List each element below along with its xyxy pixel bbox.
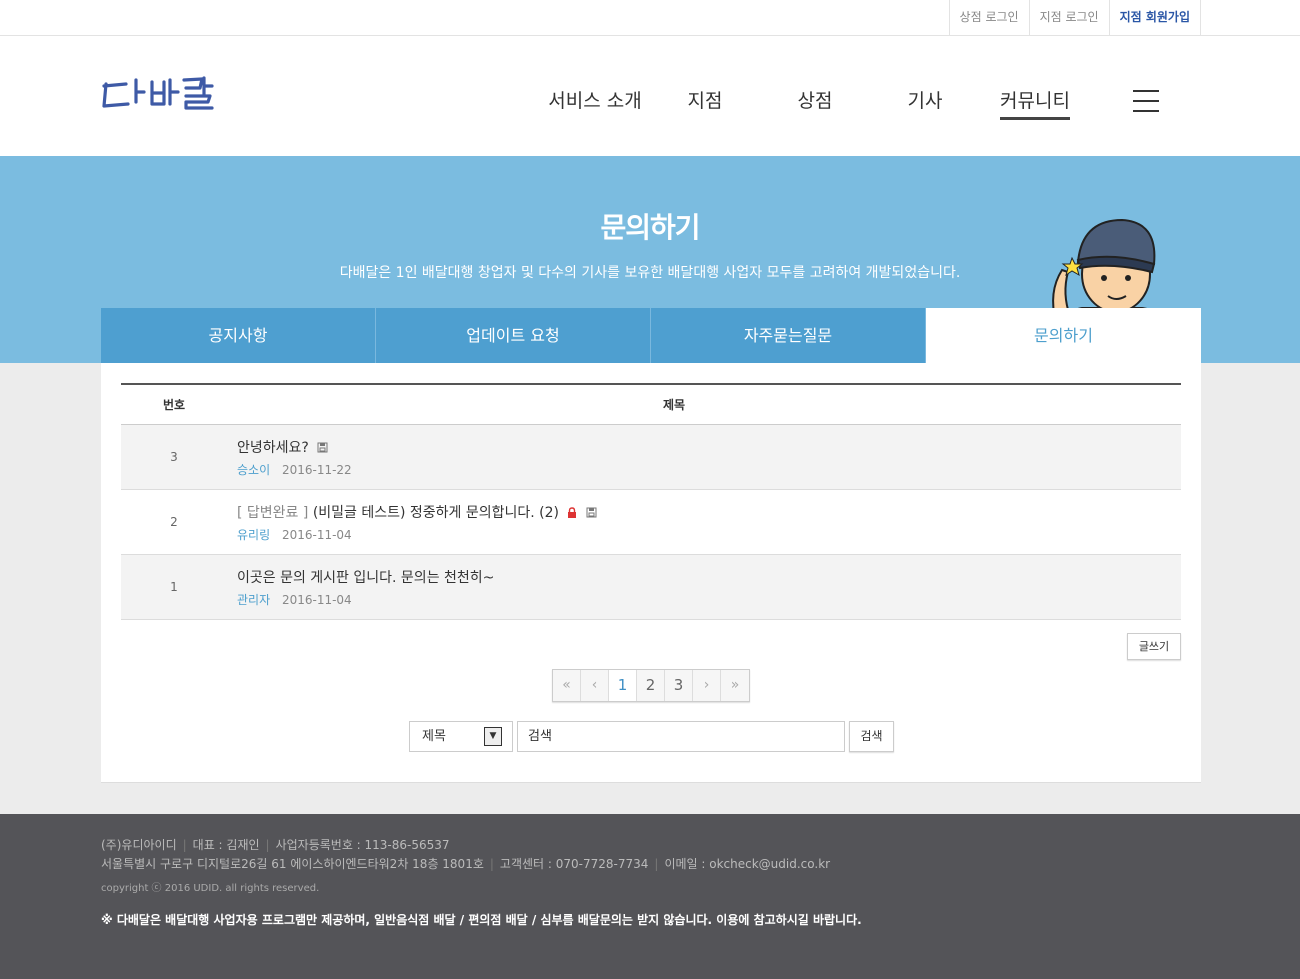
branch-login-link[interactable]: 지점 로그인 bbox=[1030, 0, 1110, 35]
store-login-link[interactable]: 상점 로그인 bbox=[950, 0, 1030, 35]
chevron-down-icon: ▼ bbox=[484, 727, 502, 746]
utility-bar: 상점 로그인 지점 로그인 지점 회원가입 bbox=[0, 0, 1300, 36]
search-field-value: 제목 bbox=[422, 729, 446, 744]
row-num: 1 bbox=[170, 580, 178, 594]
tab-update-request[interactable]: 업데이트 요청 bbox=[376, 308, 651, 363]
lock-icon bbox=[568, 507, 577, 518]
write-button[interactable]: 글쓰기 bbox=[1127, 633, 1181, 660]
header-title: 제목 bbox=[662, 398, 686, 412]
row-subject[interactable]: 이곳은 문의 게시판 입니다. 문의는 천천히~ bbox=[237, 567, 494, 589]
row-title: 안녕하세요? bbox=[237, 439, 309, 456]
row-date: 2016-11-04 bbox=[281, 592, 352, 607]
logo[interactable] bbox=[100, 72, 234, 114]
footer-cs: 고객센터 : 070-7728-7734 bbox=[499, 857, 649, 871]
nav-store[interactable]: 상점 bbox=[760, 86, 870, 122]
site-header: 서비스 소개 지점 상점 기사 커뮤니티 bbox=[0, 36, 1300, 156]
row-subject[interactable]: 안녕하세요? bbox=[237, 437, 352, 459]
prev-page-button[interactable]: ‹ bbox=[581, 670, 609, 701]
attachment-icon bbox=[586, 507, 597, 518]
row-info: [ 답변완료 ] (비밀글 테스트) 정중하게 문의합니다. (2) 유리링 2… bbox=[227, 502, 597, 543]
search-input[interactable]: 검색 bbox=[517, 721, 845, 752]
page-3[interactable]: 3 bbox=[665, 670, 693, 701]
footer-company-line: (주)유디아이디 | 대표 : 김재인 | 사업자등록번호 : 113-86-56537 bbox=[101, 838, 450, 852]
board-table: 번호 제목 3 안녕하세요? 승소이 2016-11-22 2 [ 답변완료 ] bbox=[121, 383, 1181, 620]
attachment-icon bbox=[317, 442, 328, 453]
footer-copyright: copyright ⓒ 2016 UDID. all rights reserv… bbox=[101, 883, 320, 894]
header-num: 번호 bbox=[162, 398, 186, 412]
footer-biz-no: 사업자등록번호 : 113-86-56537 bbox=[275, 838, 450, 852]
table-header: 번호 제목 bbox=[121, 383, 1181, 425]
nav-driver[interactable]: 기사 bbox=[870, 86, 980, 122]
board-panel: 번호 제목 3 안녕하세요? 승소이 2016-11-22 2 [ 답변완료 ] bbox=[101, 363, 1201, 783]
hamburger-menu-icon[interactable] bbox=[1133, 90, 1159, 112]
row-author: 관리자 bbox=[237, 592, 271, 607]
page-1[interactable]: 1 bbox=[609, 670, 637, 701]
nav-service-label: 서비스 소개 bbox=[548, 90, 642, 112]
footer-company: (주)유디아이디 bbox=[101, 838, 177, 852]
nav-driver-label: 기사 bbox=[907, 90, 943, 112]
table-row[interactable]: 3 안녕하세요? 승소이 2016-11-22 bbox=[121, 425, 1181, 490]
page-2[interactable]: 2 bbox=[637, 670, 665, 701]
branch-signup-link[interactable]: 지점 회원가입 bbox=[1110, 0, 1201, 35]
row-date: 2016-11-22 bbox=[281, 462, 352, 477]
footer-email: 이메일 : okcheck@udid.co.kr bbox=[664, 857, 831, 871]
row-subject[interactable]: [ 답변완료 ] (비밀글 테스트) 정중하게 문의합니다. (2) bbox=[237, 502, 597, 524]
next-page-button[interactable]: › bbox=[693, 670, 721, 701]
search-button[interactable]: 검색 bbox=[849, 721, 894, 752]
row-meta: 관리자 2016-11-04 bbox=[237, 591, 494, 608]
pagination: « ‹ 1 2 3 › » bbox=[552, 669, 750, 702]
utility-nav: 상점 로그인 지점 로그인 지점 회원가입 bbox=[948, 0, 1201, 35]
footer-notice: ※ 다배달은 배달대행 사업자용 프로그램만 제공하며, 일반음식점 배달 / … bbox=[101, 913, 862, 927]
table-row[interactable]: 1 이곳은 문의 게시판 입니다. 문의는 천천히~ 관리자 2016-11-0… bbox=[121, 555, 1181, 620]
row-date: 2016-11-04 bbox=[281, 527, 352, 542]
footer-ceo: 대표 : 김재인 bbox=[192, 838, 260, 852]
row-meta: 승소이 2016-11-22 bbox=[237, 461, 352, 478]
nav-community[interactable]: 커뮤니티 bbox=[980, 86, 1090, 122]
footer-contact-line: 서울특별시 구로구 디지털로26길 61 에이스하이엔드타워2차 18층 180… bbox=[101, 857, 831, 871]
main-nav: 서비스 소개 지점 상점 기사 커뮤니티 bbox=[540, 86, 1090, 122]
table-row[interactable]: 2 [ 답변완료 ] (비밀글 테스트) 정중하게 문의합니다. (2) 유리링… bbox=[121, 490, 1181, 555]
nav-community-label: 커뮤니티 bbox=[1000, 90, 1070, 120]
tab-inquiry[interactable]: 문의하기 bbox=[926, 308, 1201, 363]
row-num: 3 bbox=[170, 450, 178, 464]
search-bar: 제목 ▼ 검색 검색 bbox=[409, 721, 894, 752]
row-meta: 유리링 2016-11-04 bbox=[237, 526, 597, 543]
nav-branch[interactable]: 지점 bbox=[650, 86, 760, 122]
tab-notice[interactable]: 공지사항 bbox=[101, 308, 376, 363]
nav-service[interactable]: 서비스 소개 bbox=[540, 86, 650, 122]
board-tabs: 공지사항 업데이트 요청 자주묻는질문 문의하기 bbox=[101, 308, 1201, 363]
row-num: 2 bbox=[170, 515, 178, 529]
nav-branch-label: 지점 bbox=[687, 90, 723, 112]
last-page-button[interactable]: » bbox=[721, 670, 749, 701]
search-field-select[interactable]: 제목 ▼ bbox=[409, 721, 513, 752]
row-info: 이곳은 문의 게시판 입니다. 문의는 천천히~ 관리자 2016-11-04 bbox=[227, 567, 494, 608]
row-info: 안녕하세요? 승소이 2016-11-22 bbox=[227, 437, 352, 478]
row-author: 승소이 bbox=[237, 462, 271, 477]
nav-store-label: 상점 bbox=[797, 90, 833, 112]
row-author: 유리링 bbox=[237, 527, 271, 542]
site-footer: (주)유디아이디 | 대표 : 김재인 | 사업자등록번호 : 113-86-56537… bbox=[0, 814, 1300, 979]
footer-address: 서울특별시 구로구 디지털로26길 61 에이스하이엔드타워2차 18층 180… bbox=[101, 857, 484, 871]
tab-faq[interactable]: 자주묻는질문 bbox=[651, 308, 926, 363]
answered-badge: [ 답변완료 ] bbox=[237, 504, 309, 521]
row-title: 이곳은 문의 게시판 입니다. 문의는 천천히~ bbox=[237, 569, 495, 586]
row-title: (비밀글 테스트) 정중하게 문의합니다. (2) bbox=[312, 504, 560, 521]
first-page-button[interactable]: « bbox=[553, 670, 581, 701]
